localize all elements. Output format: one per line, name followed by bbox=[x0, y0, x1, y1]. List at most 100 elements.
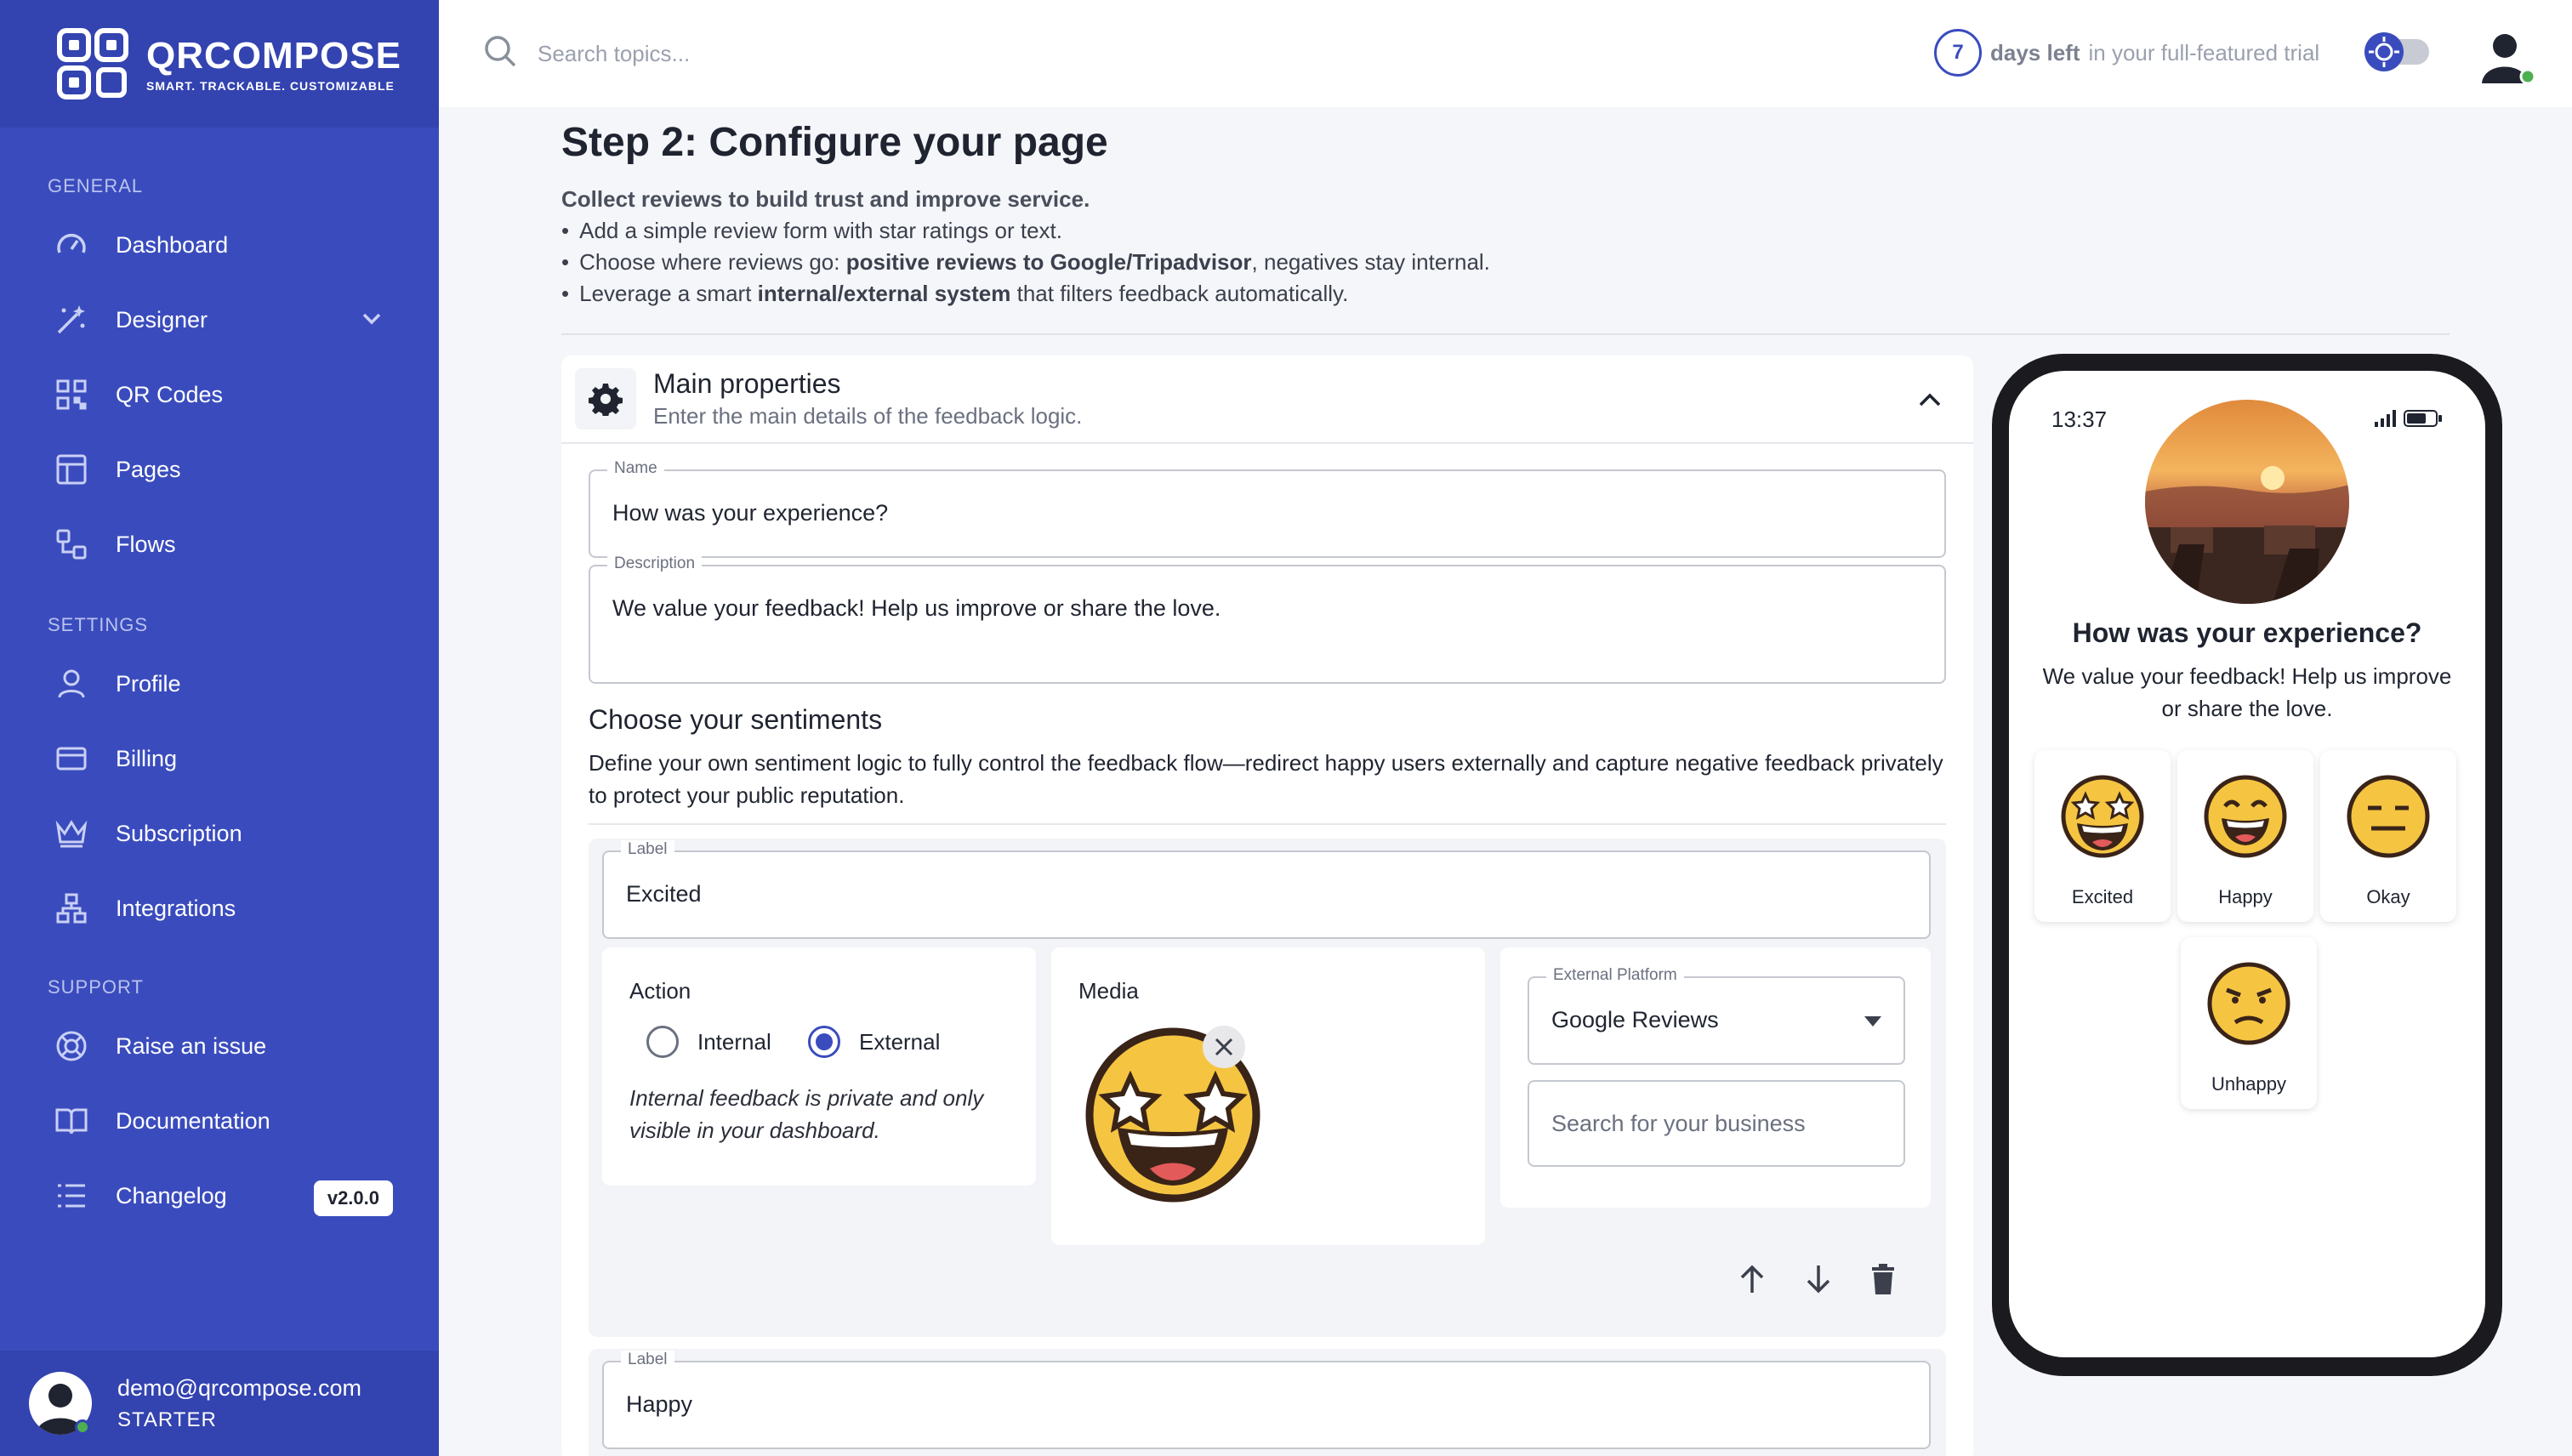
sidebar-item-dashboard[interactable]: Dashboard bbox=[0, 208, 439, 282]
book-icon bbox=[54, 1104, 88, 1138]
sentiment-label-field[interactable]: Label Happy bbox=[602, 1351, 1931, 1449]
section-general: GENERAL bbox=[48, 175, 144, 196]
sidebar-item-label: Raise an issue bbox=[116, 1032, 267, 1059]
bullet-bold: internal/external system bbox=[757, 281, 1011, 306]
section-support: SUPPORT bbox=[48, 976, 144, 998]
neutral-face-icon bbox=[2347, 775, 2430, 858]
bullet-text: , negatives stay internal. bbox=[1251, 249, 1490, 275]
action-card: Action Internal External Internal feedba… bbox=[602, 947, 1036, 1186]
sentiment-option-okay[interactable]: Okay bbox=[2320, 750, 2456, 922]
bullet-text: Choose where reviews go: bbox=[579, 249, 846, 275]
trash-icon[interactable] bbox=[1864, 1260, 1902, 1298]
sidebar-item-changelog[interactable]: Changelog v2.0.0 bbox=[0, 1158, 439, 1233]
name-field[interactable]: Name How was your experience? bbox=[589, 459, 1946, 558]
brand[interactable]: QRCOMPOSE SMART. TRACKABLE. CUSTOMIZABLE bbox=[0, 0, 439, 128]
sidebar-item-label: Changelog bbox=[116, 1182, 227, 1209]
sidebar-item-pages[interactable]: Pages bbox=[0, 432, 439, 507]
intro-text: Collect reviews to build trust and impro… bbox=[561, 184, 2262, 310]
battery-icon bbox=[2404, 410, 2443, 431]
field-value: We value your feedback! Help us improve … bbox=[612, 595, 1221, 621]
account-avatar[interactable] bbox=[2477, 27, 2536, 87]
lifebuoy-icon bbox=[54, 1029, 88, 1063]
arrow-down-icon[interactable] bbox=[1800, 1260, 1837, 1298]
media-title: Media bbox=[1078, 978, 1139, 1004]
radio-external[interactable]: External bbox=[808, 1026, 940, 1058]
sentiment-label-field[interactable]: Label Excited bbox=[602, 840, 1931, 939]
card-icon bbox=[54, 742, 88, 776]
platform-card: External Platform Google Reviews Search … bbox=[1500, 947, 1931, 1208]
user-profile-footer[interactable]: demo@qrcompose.com STARTER bbox=[0, 1351, 439, 1456]
field-label: External Platform bbox=[1546, 966, 1684, 985]
sidebar: QRCOMPOSE SMART. TRACKABLE. CUSTOMIZABLE… bbox=[0, 0, 439, 1456]
field-value: Excited bbox=[626, 881, 702, 907]
sidebar-item-label: Billing bbox=[116, 745, 178, 771]
sidebar-item-label: Integrations bbox=[116, 895, 236, 921]
field-value: Google Reviews bbox=[1551, 1007, 1719, 1032]
option-label: Happy bbox=[2218, 886, 2273, 907]
sentiment-option-unhappy[interactable]: Unhappy bbox=[2181, 937, 2317, 1109]
excited-emoji-image[interactable] bbox=[1084, 1026, 1262, 1204]
option-label: Okay bbox=[2366, 886, 2410, 907]
field-label: Label bbox=[621, 1351, 674, 1369]
bullet-text: that filters feedback automatically. bbox=[1010, 281, 1349, 306]
sidebar-item-label: Documentation bbox=[116, 1107, 270, 1134]
arrow-up-icon[interactable] bbox=[1733, 1260, 1771, 1298]
input-placeholder: Search for your business bbox=[1551, 1111, 1806, 1136]
sidebar-item-raise-issue[interactable]: Raise an issue bbox=[0, 1009, 439, 1083]
business-search-input[interactable]: Search for your business bbox=[1528, 1080, 1905, 1167]
hero-image bbox=[2145, 400, 2349, 604]
trial-text: in your full-featured trial bbox=[2088, 39, 2320, 65]
panel-subtitle: Enter the main details of the feedback l… bbox=[653, 403, 1083, 429]
field-label: Name bbox=[607, 459, 664, 478]
sidebar-item-billing[interactable]: Billing bbox=[0, 721, 439, 796]
crown-icon bbox=[54, 816, 88, 850]
action-note: Internal feedback is private and only vi… bbox=[629, 1085, 984, 1143]
field-value: How was your experience? bbox=[612, 500, 889, 526]
sentiment-option-happy[interactable]: Happy bbox=[2177, 750, 2313, 922]
sidebar-item-documentation[interactable]: Documentation bbox=[0, 1083, 439, 1158]
version-badge: v2.0.0 bbox=[313, 1180, 393, 1216]
radio-button[interactable] bbox=[646, 1026, 679, 1058]
radio-label: Internal bbox=[697, 1028, 771, 1055]
sidebar-item-label: Designer bbox=[116, 306, 208, 333]
sidebar-item-subscription[interactable]: Subscription bbox=[0, 796, 439, 871]
field-label: Description bbox=[607, 555, 703, 573]
chevron-up-icon[interactable] bbox=[1917, 390, 1943, 414]
sidebar-item-designer[interactable]: Designer bbox=[0, 282, 439, 357]
user-icon bbox=[54, 667, 88, 701]
close-icon[interactable] bbox=[1203, 1026, 1245, 1068]
sidebar-item-integrations[interactable]: Integrations bbox=[0, 871, 439, 946]
panel-header[interactable]: Main properties Enter the main details o… bbox=[561, 355, 1973, 444]
list-icon bbox=[54, 1179, 88, 1213]
external-platform-select[interactable]: External Platform Google Reviews bbox=[1528, 966, 1905, 1065]
intro-lead: Collect reviews to build trust and impro… bbox=[561, 186, 1090, 212]
media-card: Media bbox=[1051, 947, 1485, 1245]
brand-name: QRCOMPOSE bbox=[146, 35, 401, 77]
magic-wand-icon bbox=[54, 303, 88, 337]
option-label: Unhappy bbox=[2211, 1073, 2287, 1095]
brand-tagline: SMART. TRACKABLE. CUSTOMIZABLE bbox=[146, 79, 395, 93]
sidebar-item-qr-codes[interactable]: QR Codes bbox=[0, 357, 439, 432]
trial-days-count: 7 bbox=[1934, 29, 1982, 77]
radio-internal[interactable]: Internal bbox=[646, 1026, 771, 1058]
sidebar-item-flows[interactable]: Flows bbox=[0, 507, 439, 582]
sidebar-item-label: Flows bbox=[116, 531, 176, 557]
sun-icon bbox=[2364, 32, 2404, 71]
search-input[interactable]: Search topics... bbox=[483, 34, 690, 74]
sentiments-description: Define your own sentiment logic to fully… bbox=[589, 750, 1943, 808]
main-properties-panel: Main properties Enter the main details o… bbox=[561, 355, 1973, 1456]
description-field[interactable]: Description We value your feedback! Help… bbox=[589, 555, 1946, 684]
field-value: Happy bbox=[626, 1391, 693, 1417]
sidebar-item-profile[interactable]: Profile bbox=[0, 646, 439, 721]
sentiment-card: Label Excited Action Internal External I… bbox=[589, 839, 1946, 1337]
preview-description: We value your feedback! Help us improve … bbox=[2042, 663, 2452, 721]
gauge-icon bbox=[54, 228, 88, 262]
radio-button-selected[interactable] bbox=[808, 1026, 840, 1058]
sentiment-option-excited[interactable]: Excited bbox=[2034, 750, 2171, 922]
intro-bullet: Add a simple review form with star ratin… bbox=[561, 215, 2262, 247]
section-settings: SETTINGS bbox=[48, 614, 149, 635]
chevron-down-icon[interactable] bbox=[359, 306, 384, 338]
theme-toggle[interactable] bbox=[2364, 32, 2429, 71]
integrations-icon bbox=[54, 891, 88, 925]
page-title: Step 2: Configure your page bbox=[561, 120, 1108, 165]
